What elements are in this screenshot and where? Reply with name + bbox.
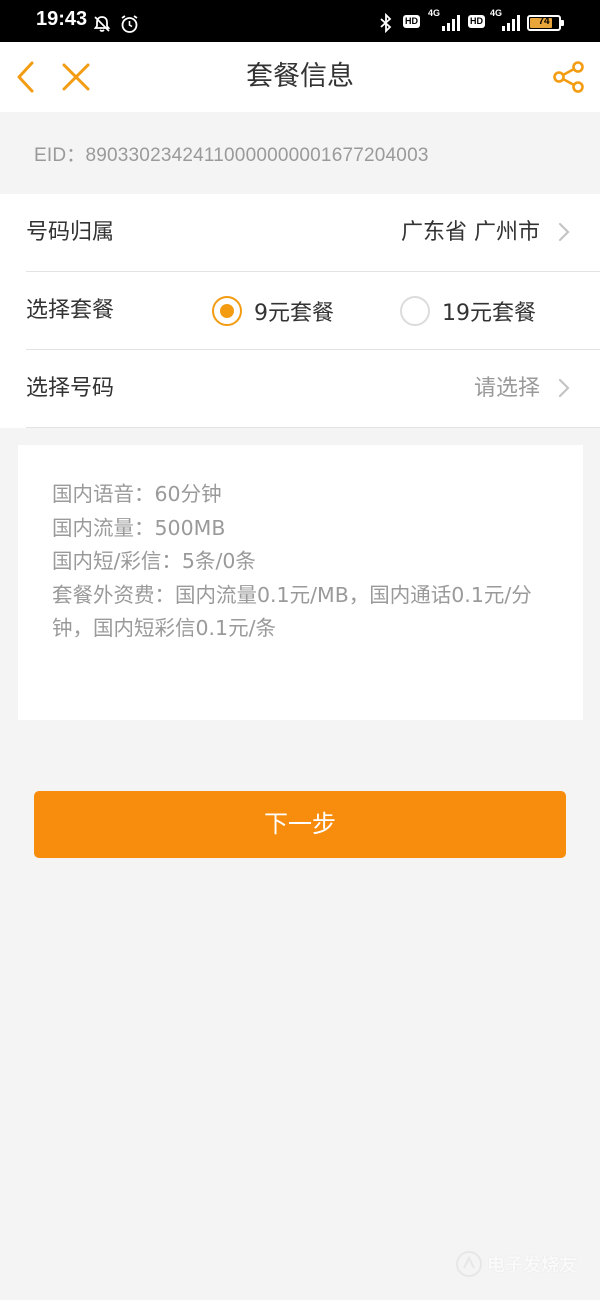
page-title: 套餐信息 (246, 61, 354, 92)
detail-data: 国内流量：500MB (52, 515, 226, 540)
divider (26, 427, 600, 428)
status-bar: 19:43 HD 4G HD 4G 74 (0, 0, 600, 42)
watermark-text: 电子发烧友 (487, 1255, 577, 1276)
chevron-right-icon (558, 222, 570, 242)
form-card: 号码归属 广东省 广州市 选择套餐 9元套餐 19元套餐 选择号码 请选择 (0, 194, 600, 428)
plan-row: 选择套餐 9元套餐 19元套餐 (0, 272, 600, 350)
watermark-logo-icon (456, 1251, 482, 1277)
detail-voice: 国内语音：60分钟 (52, 482, 222, 506)
nav-bar: 套餐信息 (0, 42, 600, 112)
number-select-label: 选择号码 (26, 376, 115, 401)
share-icon (553, 61, 584, 93)
hd-badge-2: HD (468, 15, 485, 28)
detail-sms: 国内短/彩信：5条/0条 (52, 549, 256, 573)
number-location-row[interactable]: 号码归属 广东省 广州市 (0, 194, 600, 272)
next-button[interactable]: 下一步 (34, 791, 566, 858)
share-button[interactable] (550, 42, 588, 112)
signal-icon: 4G (428, 8, 464, 32)
signal-icon-2: 4G (490, 8, 524, 32)
hd-badge-1: HD (403, 15, 420, 28)
watermark: 电子发烧友 (455, 1250, 577, 1278)
number-location-label: 号码归属 (26, 220, 115, 245)
number-select-row[interactable]: 选择号码 请选择 (0, 350, 600, 428)
radio-selected-icon (212, 296, 242, 326)
detail-extra-fees: 套餐外资费：国内流量0.1元/MB，国内通话0.1元/分钟，国内短彩信0.1元/… (52, 582, 532, 641)
alarm-icon (119, 14, 140, 35)
plan-option-9[interactable]: 9元套餐 (212, 272, 334, 350)
plan-label: 选择套餐 (26, 298, 115, 323)
plan-option-label: 9元套餐 (254, 301, 334, 326)
plan-option-label: 19元套餐 (442, 301, 536, 326)
eid-text: EID：89033023424110000000001677204003 (34, 145, 429, 166)
number-select-placeholder: 请选择 (473, 376, 540, 401)
notifications-off-icon (92, 14, 112, 34)
battery-icon: 74 (527, 15, 564, 31)
bluetooth-icon (378, 13, 394, 33)
status-time: 19:43 (36, 8, 88, 30)
plan-option-19[interactable]: 19元套餐 (400, 272, 536, 350)
plan-details: 国内语音：60分钟 国内流量：500MB 国内短/彩信：5条/0条 套餐外资费：… (18, 445, 583, 720)
number-location-value: 广东省 广州市 (401, 220, 540, 245)
radio-unselected-icon (400, 296, 430, 326)
chevron-right-icon (558, 378, 570, 398)
